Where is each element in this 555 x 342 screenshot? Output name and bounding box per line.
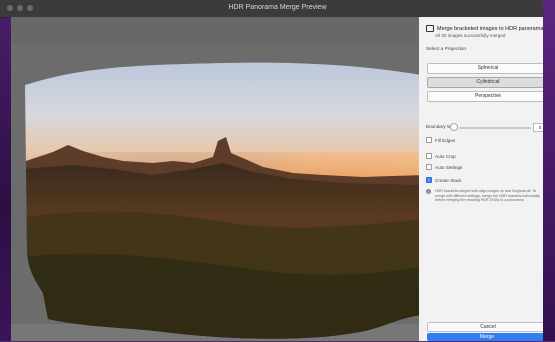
panel-header-title: Merge bracketed images to HDR panorama	[437, 25, 544, 32]
preview-top-band	[11, 17, 419, 43]
fill-edges-label: Fill Edges	[435, 137, 456, 143]
panorama-preview-area	[11, 17, 421, 341]
info-note-text: HDR brackets merged with align images on…	[435, 189, 540, 203]
merge-image-icon	[426, 25, 434, 32]
merge-button[interactable]: Merge	[427, 333, 547, 341]
panel-header-subtitle: All 20 images successfully merged	[435, 33, 506, 38]
auto-crop-checkbox[interactable]	[426, 153, 432, 159]
projection-perspective-button[interactable]: Perspective	[427, 91, 549, 102]
create-stack-checkbox-row[interactable]: ✓ Create Stack	[426, 177, 462, 183]
fill-edges-checkbox-row[interactable]: Fill Edges	[426, 137, 455, 143]
panel-header: Merge bracketed images to HDR panorama	[426, 25, 543, 32]
projection-spherical-button[interactable]: Spherical	[427, 63, 549, 74]
boundary-warp-slider-knob[interactable]	[450, 123, 458, 131]
desktop-background-right	[543, 0, 555, 341]
hdr-merge-window: HDR Panorama Merge Preview Merge bracket…	[0, 0, 555, 341]
title-bar: HDR Panorama Merge Preview	[0, 0, 555, 18]
fill-edges-checkbox[interactable]	[426, 137, 432, 143]
boundary-warp-slider-track[interactable]	[459, 127, 531, 129]
projection-cylindrical-button[interactable]: Cylindrical	[427, 77, 549, 88]
projection-section-label: Select a Projection	[426, 47, 466, 52]
info-note: i HDR brackets merged with align images …	[426, 189, 540, 203]
auto-settings-checkbox[interactable]	[426, 164, 432, 170]
panorama-image	[25, 62, 421, 339]
info-icon: i	[426, 189, 431, 194]
merge-settings-panel: Merge bracketed images to HDR panorama A…	[419, 17, 555, 341]
auto-crop-checkbox-row[interactable]: Auto Crop	[426, 153, 456, 159]
auto-settings-label: Auto Settings	[435, 164, 463, 170]
cancel-button[interactable]: Cancel	[427, 322, 549, 332]
auto-crop-label: Auto Crop	[435, 153, 456, 159]
create-stack-checkbox[interactable]: ✓	[426, 177, 432, 183]
auto-settings-checkbox-row[interactable]: Auto Settings	[426, 164, 462, 170]
create-stack-label: Create Stack	[435, 177, 462, 183]
window-title: HDR Panorama Merge Preview	[228, 4, 327, 11]
